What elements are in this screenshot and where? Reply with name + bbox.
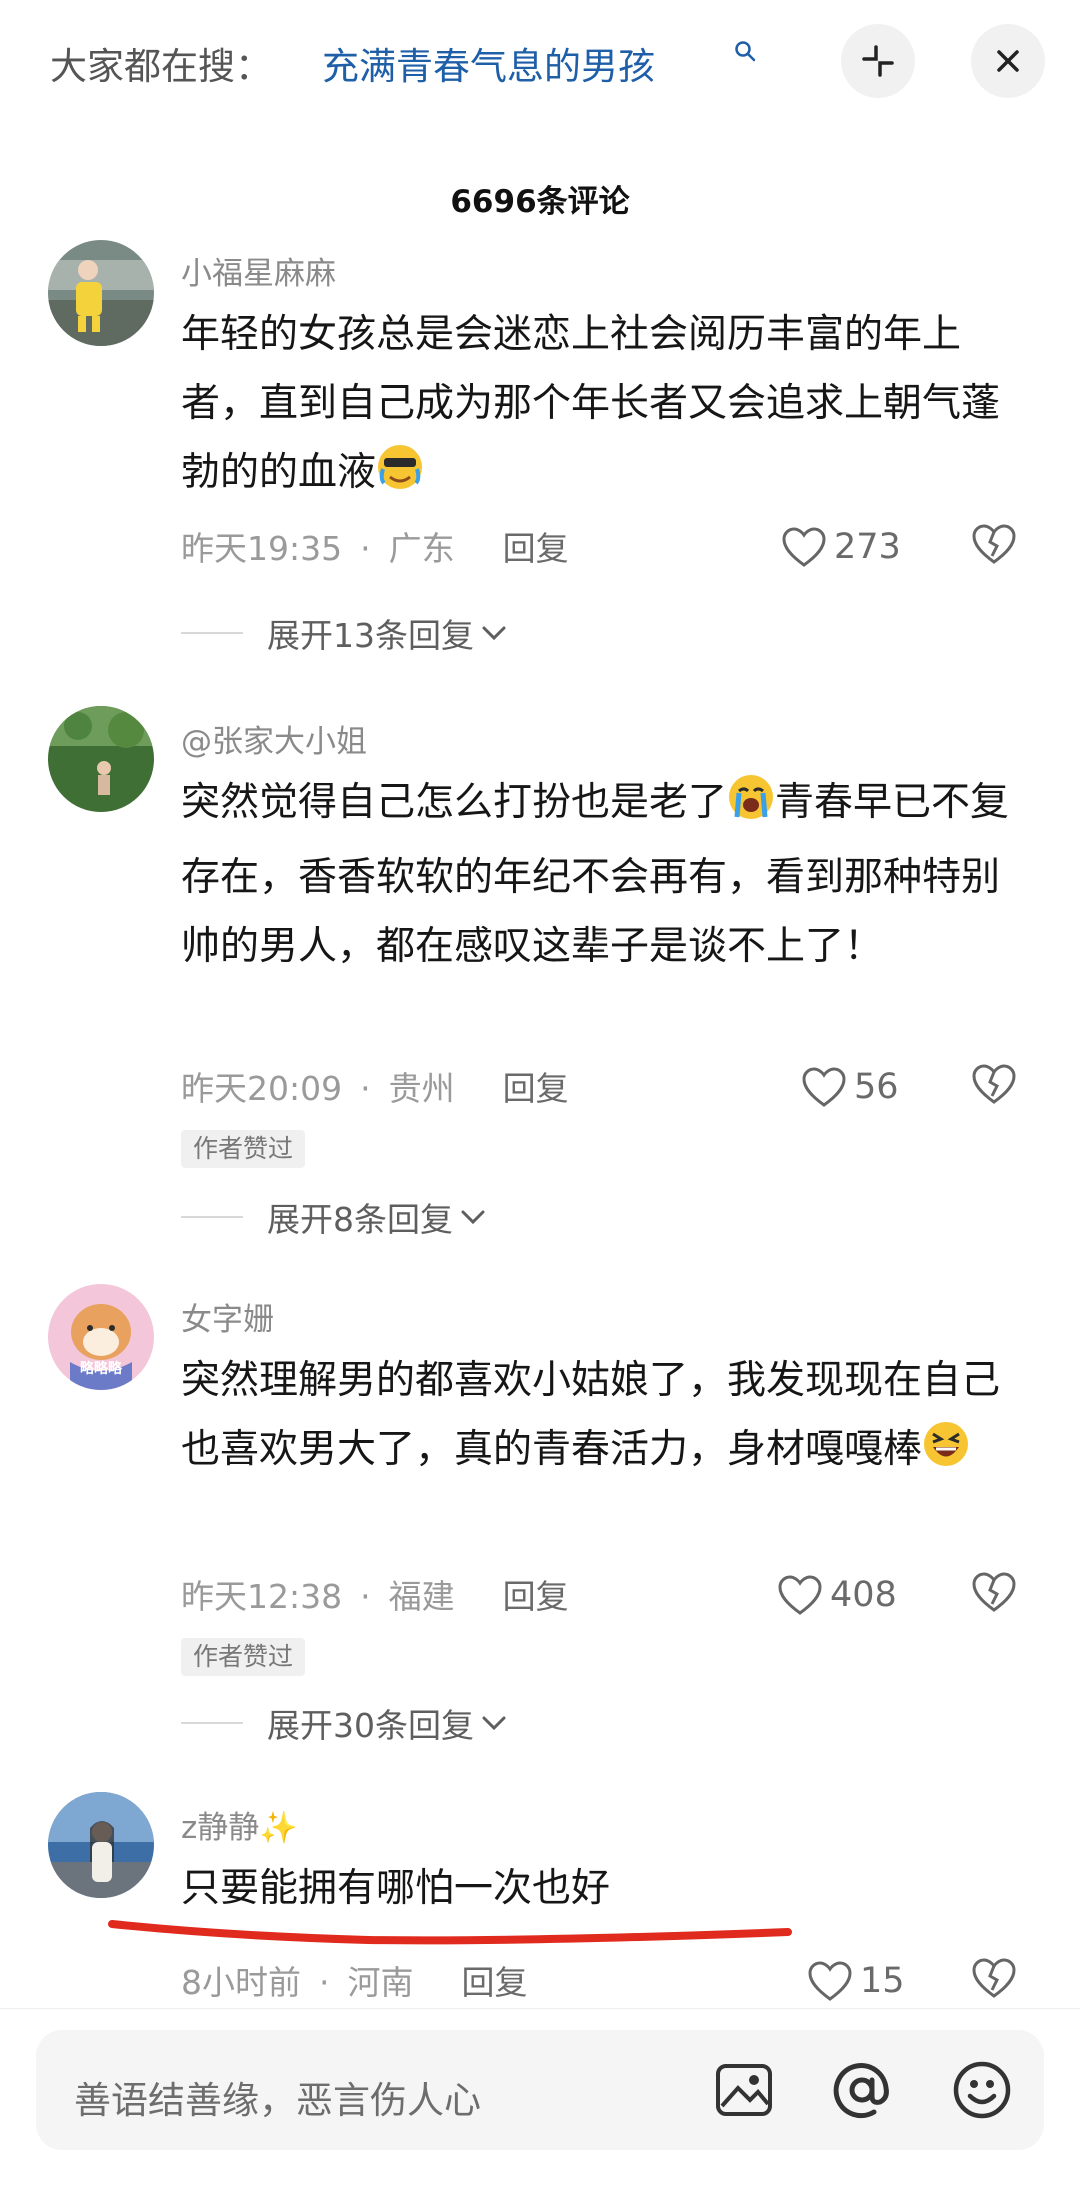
reply-button[interactable]: 回复 xyxy=(503,522,569,570)
chevron-down-icon xyxy=(482,1716,506,1731)
comment-username[interactable]: z静静✨ xyxy=(181,1802,298,1847)
comment-time: 8小时前 xyxy=(181,1963,301,2002)
comment-text: 突然理解男的都喜欢小姑娘了，我发现现在自己也喜欢男大了，真的青春活力，身材嘎嘎棒 xyxy=(181,1346,1021,1490)
heart-icon xyxy=(782,527,826,567)
broken-heart-icon xyxy=(972,1572,1016,1612)
expand-replies-button[interactable]: 展开8条回复 xyxy=(181,1192,489,1242)
like-count: 15 xyxy=(860,1961,905,2001)
comment-location: 贵州 xyxy=(388,1069,455,1108)
search-icon xyxy=(734,40,756,68)
reply-button[interactable]: 回复 xyxy=(503,1570,569,1618)
chevron-down-icon xyxy=(461,1210,485,1225)
like-count: 408 xyxy=(830,1575,897,1615)
chevron-down-icon xyxy=(482,626,506,641)
like-button[interactable]: 15 xyxy=(806,1956,905,2006)
heart-icon xyxy=(802,1067,846,1107)
dislike-button[interactable] xyxy=(970,1956,1018,2004)
comment-username[interactable]: 小福星麻麻 xyxy=(181,248,336,293)
dislike-button[interactable] xyxy=(970,522,1018,570)
image-button[interactable] xyxy=(712,2058,776,2126)
avatar[interactable] xyxy=(48,240,154,346)
comment-input-placeholder: 善语结善缘，恶言伤人心 xyxy=(74,2079,481,2122)
like-button[interactable]: 408 xyxy=(776,1570,897,1620)
like-button[interactable]: 56 xyxy=(800,1062,899,1112)
author-liked-badge: 作者赞过 xyxy=(181,1130,306,1168)
comment-meta: 昨天19:35 · 广东 回复 xyxy=(181,522,569,572)
expand-replies-button[interactable]: 展开30条回复 xyxy=(181,1698,510,1748)
comment-time: 昨天20:09 xyxy=(181,1069,343,1108)
heart-icon xyxy=(778,1575,822,1615)
comment-meta: 昨天12:38 · 福建 回复 xyxy=(181,1570,569,1620)
laughing-face-icon xyxy=(922,1420,970,1490)
comment-meta: 昨天20:09 · 贵州 回复 xyxy=(181,1062,569,1112)
broken-heart-icon xyxy=(972,1064,1016,1104)
comment-location: 广东 xyxy=(388,529,455,568)
red-underline-annotation xyxy=(108,1906,798,1950)
comment-location: 福建 xyxy=(388,1577,455,1616)
close-icon xyxy=(997,50,1019,72)
comment-text: 年轻的女孩总是会迷恋上社会阅历丰富的年上者，直到自己成为那个年长者又会追求上朝气… xyxy=(181,300,1021,513)
dislike-button[interactable] xyxy=(970,1062,1018,1110)
author-liked-badge: 作者赞过 xyxy=(181,1638,306,1676)
comment-meta: 8小时前 · 河南 回复 xyxy=(181,1956,528,2006)
top-search-bar: 大家都在搜： 充满青春气息的男孩 xyxy=(0,0,1080,130)
comment-location: 河南 xyxy=(347,1963,414,2002)
reply-button[interactable]: 回复 xyxy=(462,1956,528,2004)
avatar-caption: 略略略 xyxy=(80,1361,122,1377)
collapse-icon xyxy=(862,45,894,77)
avatar[interactable] xyxy=(48,706,154,812)
close-button[interactable] xyxy=(971,24,1045,98)
like-button[interactable]: 273 xyxy=(780,522,901,572)
dislike-button[interactable] xyxy=(970,1570,1018,1618)
expand-replies-button[interactable]: 展开13条回复 xyxy=(181,608,510,658)
crying-sunglasses-face-icon xyxy=(376,443,424,513)
image-icon xyxy=(716,2064,772,2116)
mention-button[interactable] xyxy=(830,2058,894,2126)
search-suggestion-link[interactable]: 充满青春气息的男孩 xyxy=(322,36,655,90)
broken-heart-icon xyxy=(972,1958,1016,1998)
comment-username[interactable]: 女字姗 xyxy=(181,1294,274,1339)
broken-heart-icon xyxy=(972,524,1016,564)
like-count: 56 xyxy=(854,1067,899,1107)
comment-count-title: 6696条评论 xyxy=(450,184,630,220)
crying-face-icon xyxy=(727,773,775,843)
smiley-face-icon xyxy=(953,2061,1011,2119)
emoji-button[interactable] xyxy=(950,2058,1014,2126)
at-sign-icon xyxy=(833,2063,889,2119)
comment-text: 突然觉得自己怎么打扮也是老了 青春早已不复存在，香香软软的年纪不会再有，看到那种… xyxy=(181,768,1021,981)
search-prefix-label: 大家都在搜： xyxy=(50,45,272,88)
avatar[interactable] xyxy=(48,1792,154,1898)
reply-button[interactable]: 回复 xyxy=(503,1062,569,1110)
comment-time: 昨天12:38 xyxy=(181,1577,343,1616)
heart-icon xyxy=(808,1961,852,2001)
collapse-button[interactable] xyxy=(841,24,915,98)
comment-username[interactable]: @张家大小姐 xyxy=(181,716,367,761)
comment-time: 昨天19:35 xyxy=(181,529,343,568)
like-count: 273 xyxy=(834,527,901,567)
avatar[interactable]: 略略略 xyxy=(48,1284,154,1390)
